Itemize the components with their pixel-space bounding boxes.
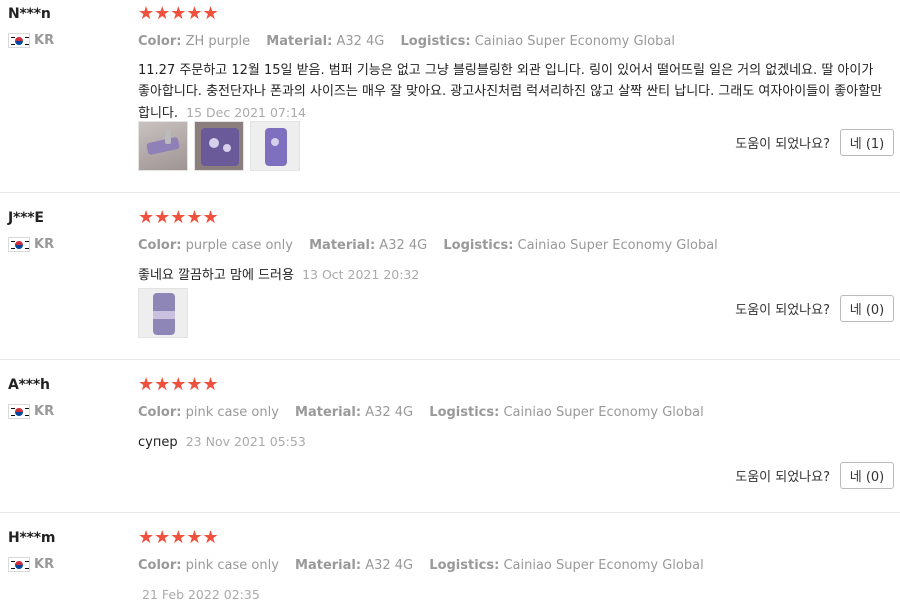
review-photo-thumbnail[interactable]	[138, 121, 188, 171]
star-rating: ★★★★★	[138, 374, 219, 395]
helpful-question: 도움이 되었나요?	[735, 137, 830, 152]
star-rating: ★★★★★	[138, 207, 219, 228]
helpful-section: 도움이 되었나요? 네 (1)	[735, 129, 894, 156]
logistics-label: Logistics:	[400, 34, 471, 49]
country-code: KR	[34, 557, 55, 572]
review-text: супер	[138, 435, 178, 450]
reviewer-country: KR	[8, 33, 54, 48]
review-divider	[0, 512, 900, 513]
review-attributes: Color: purple case only Material: A32 4G…	[138, 238, 718, 253]
color-value: purple case only	[185, 238, 293, 253]
color-label: Color:	[138, 405, 182, 420]
material-label: Material:	[266, 34, 333, 49]
reviewer-name: H***m	[8, 530, 56, 546]
korea-flag-icon	[8, 237, 30, 252]
review-text-block: супер 23 Nov 2021 05:53	[138, 431, 888, 453]
country-code: KR	[34, 237, 55, 252]
review-date: 21 Feb 2022 02:35	[142, 587, 260, 602]
color-value: ZH purple	[185, 34, 251, 49]
material-label: Material:	[295, 558, 362, 573]
helpful-question: 도움이 되었나요?	[735, 303, 830, 318]
review-divider	[0, 192, 900, 193]
review-divider	[0, 359, 900, 360]
star-rating: ★★★★★	[138, 3, 219, 24]
material-label: Material:	[295, 405, 362, 420]
review-attributes: Color: pink case only Material: A32 4G L…	[138, 405, 704, 420]
logistics-label: Logistics:	[443, 238, 514, 253]
helpful-section: 도움이 되었나요? 네 (0)	[735, 295, 894, 322]
review-photos	[138, 121, 300, 171]
review-text-block: 좋네요 깔끔하고 맘에 드러용 13 Oct 2021 20:32	[138, 264, 888, 286]
helpful-question: 도움이 되었나요?	[735, 470, 830, 485]
country-code: KR	[34, 404, 55, 419]
helpful-yes-button[interactable]: 네 (0)	[840, 462, 894, 489]
reviewer-name: A***h	[8, 377, 50, 393]
logistics-value: Cainiao Super Economy Global	[503, 405, 704, 420]
material-value: A32 4G	[365, 558, 414, 573]
logistics-label: Logistics:	[429, 405, 500, 420]
material-value: A32 4G	[379, 238, 428, 253]
color-label: Color:	[138, 34, 182, 49]
color-label: Color:	[138, 238, 182, 253]
review-photo-thumbnail[interactable]	[194, 121, 244, 171]
reviewer-name: J***E	[8, 210, 44, 226]
helpful-section: 도움이 되었나요? 네 (0)	[735, 462, 894, 489]
reviewer-country: KR	[8, 237, 54, 252]
helpful-yes-button[interactable]: 네 (1)	[840, 129, 894, 156]
color-value: pink case only	[185, 558, 279, 573]
reviewer-name: N***n	[8, 6, 51, 22]
material-value: A32 4G	[336, 34, 385, 49]
review-attributes: Color: pink case only Material: A32 4G L…	[138, 558, 704, 573]
color-label: Color:	[138, 558, 182, 573]
logistics-value: Cainiao Super Economy Global	[503, 558, 704, 573]
review-photos	[138, 288, 188, 338]
review-date: 23 Nov 2021 05:53	[185, 434, 306, 449]
logistics-label: Logistics:	[429, 558, 500, 573]
review-text: 좋네요 깔끔하고 맘에 드러용	[138, 268, 294, 283]
helpful-yes-button[interactable]: 네 (0)	[840, 295, 894, 322]
reviewer-country: KR	[8, 404, 54, 419]
korea-flag-icon	[8, 404, 30, 419]
review-date: 15 Dec 2021 07:14	[186, 105, 307, 120]
reviewer-country: KR	[8, 557, 54, 572]
review-photo-thumbnail[interactable]	[138, 288, 188, 338]
review-attributes: Color: ZH purple Material: A32 4G Logist…	[138, 34, 675, 49]
logistics-value: Cainiao Super Economy Global	[474, 34, 675, 49]
material-value: A32 4G	[365, 405, 414, 420]
korea-flag-icon	[8, 557, 30, 572]
country-code: KR	[34, 33, 55, 48]
korea-flag-icon	[8, 33, 30, 48]
material-label: Material:	[309, 238, 376, 253]
star-rating: ★★★★★	[138, 527, 219, 548]
review-date: 13 Oct 2021 20:32	[302, 267, 420, 282]
review-text-block: 11.27 주문하고 12월 15일 받음. 범퍼 기능은 없고 그냥 블링블링…	[138, 60, 888, 124]
color-value: pink case only	[185, 405, 279, 420]
logistics-value: Cainiao Super Economy Global	[517, 238, 718, 253]
review-photo-thumbnail[interactable]	[250, 121, 300, 171]
review-text-block: 21 Feb 2022 02:35	[138, 584, 888, 606]
